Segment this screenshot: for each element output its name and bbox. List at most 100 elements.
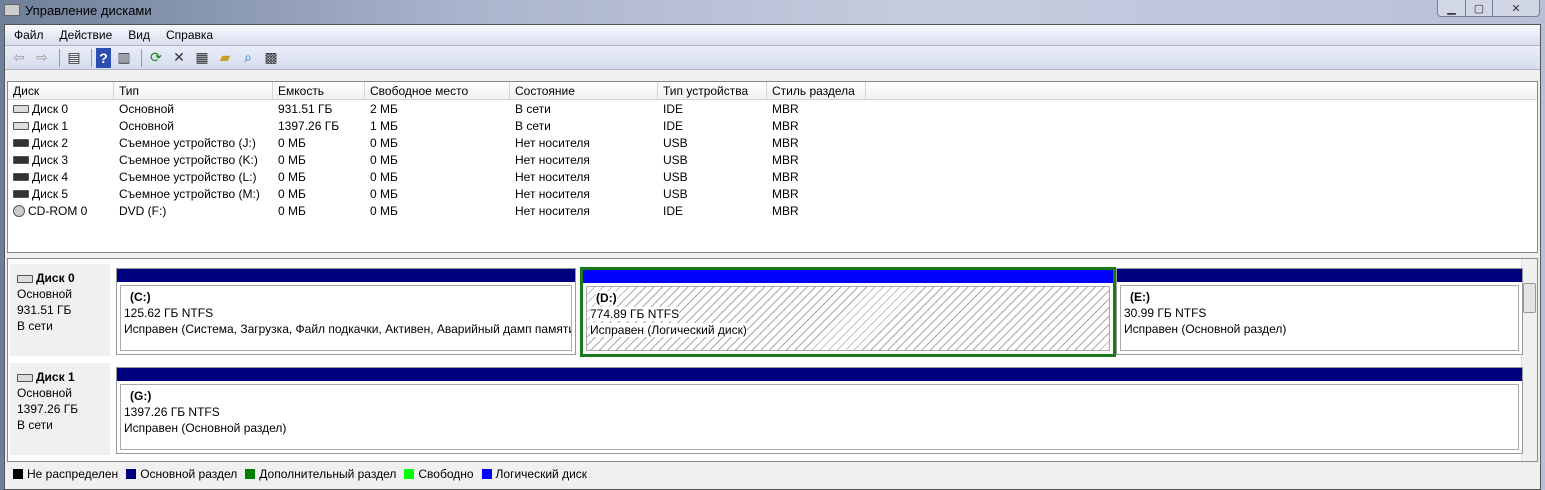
console-tree-icon[interactable]: ▤ xyxy=(64,48,84,68)
scrollbar-thumb[interactable] xyxy=(1523,283,1536,313)
partition[interactable]: (D:) 774.89 ГБ NTFS Исправен (Логический… xyxy=(580,267,1116,357)
title-bar: Управление дисками ▁ ▢ ✕ xyxy=(0,0,1545,22)
table-cell: IDE xyxy=(663,118,684,133)
table-cell: Нет носителя xyxy=(515,152,590,167)
table-cell: MBR xyxy=(772,118,799,133)
main-window: Файл Действие Вид Справка ⇦ ⇨ ▤ ? ▥ ⟳ ✕ … xyxy=(4,24,1541,490)
window-title: Управление дисками xyxy=(25,3,152,18)
disk-graphical-view: Диск 0 Основной 931.51 ГБ В сети (C:) 125.… xyxy=(7,258,1538,462)
disk-icon xyxy=(13,205,25,218)
back-icon[interactable]: ⇦ xyxy=(9,48,29,68)
table-cell: Съемное устройство (L:) xyxy=(119,169,257,184)
table-cell: MBR xyxy=(772,152,799,167)
partition[interactable]: (E:) 30.99 ГБ NTFS Исправен (Основной ра… xyxy=(1116,268,1523,355)
table-cell: 0 МБ xyxy=(278,186,306,201)
table-cell: USB xyxy=(663,169,688,184)
table-cell: USB xyxy=(663,152,688,167)
table-cell: IDE xyxy=(663,101,684,116)
table-cell: 0 МБ xyxy=(370,169,398,184)
action-pane-icon[interactable]: ▥ xyxy=(114,48,134,68)
table-cell: Съемное устройство (J:) xyxy=(119,135,256,150)
table-cell: MBR xyxy=(772,169,799,184)
menu-file[interactable]: Файл xyxy=(14,28,44,42)
table-row[interactable]: Диск 2 Съемное устройство (J:) 0 МБ 0 МБ Нет… xyxy=(8,134,1537,151)
table-cell: Съемное устройство (M:) xyxy=(119,186,260,201)
legend-swatch xyxy=(13,469,23,479)
disk-icon xyxy=(13,105,29,114)
column-header[interactable]: Стиль раздела xyxy=(767,82,866,99)
disk-management-icon xyxy=(4,4,20,16)
table-cell: В сети xyxy=(515,118,551,133)
legend-swatch xyxy=(404,469,415,479)
table-cell: USB xyxy=(663,186,688,201)
properties-icon[interactable]: ▦ xyxy=(192,48,212,68)
table-cell: 0 МБ xyxy=(370,186,398,201)
table-row[interactable]: Диск 4 Съемное устройство (L:) 0 МБ 0 МБ Нет… xyxy=(8,168,1537,185)
legend-label: Логический диск xyxy=(495,467,588,481)
table-cell: 2 МБ xyxy=(370,101,398,116)
refresh-icon[interactable]: ⟳ xyxy=(146,48,166,68)
table-cell: 0 МБ xyxy=(370,203,398,218)
settings-icon[interactable]: ▩ xyxy=(261,48,281,68)
column-header[interactable]: Тип xyxy=(114,82,273,99)
help-icon[interactable]: ? xyxy=(96,47,111,68)
table-cell: 1397.26 ГБ xyxy=(278,118,340,133)
table-cell: 0 МБ xyxy=(278,169,306,184)
disk-icon xyxy=(13,190,29,199)
partition-bar xyxy=(583,270,1113,283)
partition[interactable]: (C:) 125.62 ГБ NTFS Исправен (Система, З… xyxy=(116,268,576,355)
maximize-button[interactable]: ▢ xyxy=(1465,0,1492,16)
legend-label: Свободно xyxy=(418,467,474,481)
table-cell: CD-ROM 0 xyxy=(8,204,114,218)
table-cell: MBR xyxy=(772,203,799,218)
table-cell: 931.51 ГБ xyxy=(278,101,333,116)
table-cell: Нет носителя xyxy=(515,203,590,218)
minimize-button[interactable]: ▁ xyxy=(1438,0,1465,16)
table-cell: 1 МБ xyxy=(370,118,398,133)
disk-icon xyxy=(13,156,29,165)
open-icon[interactable]: ▰ xyxy=(215,48,235,68)
menu-help[interactable]: Справка xyxy=(166,28,213,42)
partition-bar xyxy=(1117,269,1522,282)
table-cell: MBR xyxy=(772,135,799,150)
column-header[interactable]: Состояние xyxy=(510,82,658,99)
table-cell: 0 МБ xyxy=(278,135,306,150)
table-cell: IDE xyxy=(663,203,684,218)
disk-label[interactable]: Диск 0 Основной 931.51 ГБ В сети xyxy=(10,264,110,356)
partition-bar xyxy=(117,269,575,282)
legend-swatch xyxy=(126,469,137,479)
table-cell: Съемное устройство (K:) xyxy=(119,152,258,167)
partition-bar xyxy=(117,368,1522,381)
table-cell: 0 МБ xyxy=(370,152,398,167)
table-cell: Диск 2 xyxy=(8,136,114,150)
disk-label[interactable]: Диск 1 Основной 1397.26 ГБ В сети xyxy=(10,363,110,455)
disk-row: Диск 1 Основной 1397.26 ГБ В сети (G:) 139… xyxy=(8,361,1523,457)
disk-icon xyxy=(13,122,29,131)
column-header[interactable]: Диск xyxy=(8,82,114,99)
menu-action[interactable]: Действие xyxy=(60,28,113,42)
column-header[interactable]: Тип устройства xyxy=(658,82,767,99)
table-row[interactable]: Диск 1 Основной 1397.26 ГБ 1 МБ В сети IDE MBR xyxy=(8,117,1537,134)
table-cell: DVD (F:) xyxy=(119,203,167,218)
vertical-scrollbar[interactable] xyxy=(1521,259,1537,461)
table-cell: Диск 3 xyxy=(8,153,114,167)
column-header[interactable]: Емкость xyxy=(273,82,365,99)
disk-list: Диск Тип Емкость Свободное место Состояние Ти… xyxy=(7,81,1538,253)
forward-icon[interactable]: ⇨ xyxy=(32,48,52,68)
partition[interactable]: (G:) 1397.26 ГБ NTFS Исправен (Основной … xyxy=(116,367,1523,454)
table-row[interactable]: CD-ROM 0 DVD (F:) 0 МБ 0 МБ Нет носителя IDE M… xyxy=(8,202,1537,219)
table-cell: Диск 0 xyxy=(8,102,114,116)
close-button[interactable]: ✕ xyxy=(1492,0,1539,16)
table-cell: MBR xyxy=(772,186,799,201)
legend: Не распределен Основной раздел Дополнитель… xyxy=(7,464,1538,484)
search-icon[interactable]: ⌕ xyxy=(238,48,258,68)
table-row[interactable]: Диск 3 Съемное устройство (K:) 0 МБ 0 МБ Нет… xyxy=(8,151,1537,168)
column-header[interactable]: Свободное место xyxy=(365,82,510,99)
table-cell: 0 МБ xyxy=(278,152,306,167)
menu-view[interactable]: Вид xyxy=(128,28,150,42)
table-row[interactable]: Диск 5 Съемное устройство (M:) 0 МБ 0 МБ Нет… xyxy=(8,185,1537,202)
table-cell: В сети xyxy=(515,101,551,116)
table-row[interactable]: Диск 0 Основной 931.51 ГБ 2 МБ В сети IDE MBR xyxy=(8,100,1537,117)
delete-icon[interactable]: ✕ xyxy=(169,48,189,68)
table-cell: 0 МБ xyxy=(370,135,398,150)
